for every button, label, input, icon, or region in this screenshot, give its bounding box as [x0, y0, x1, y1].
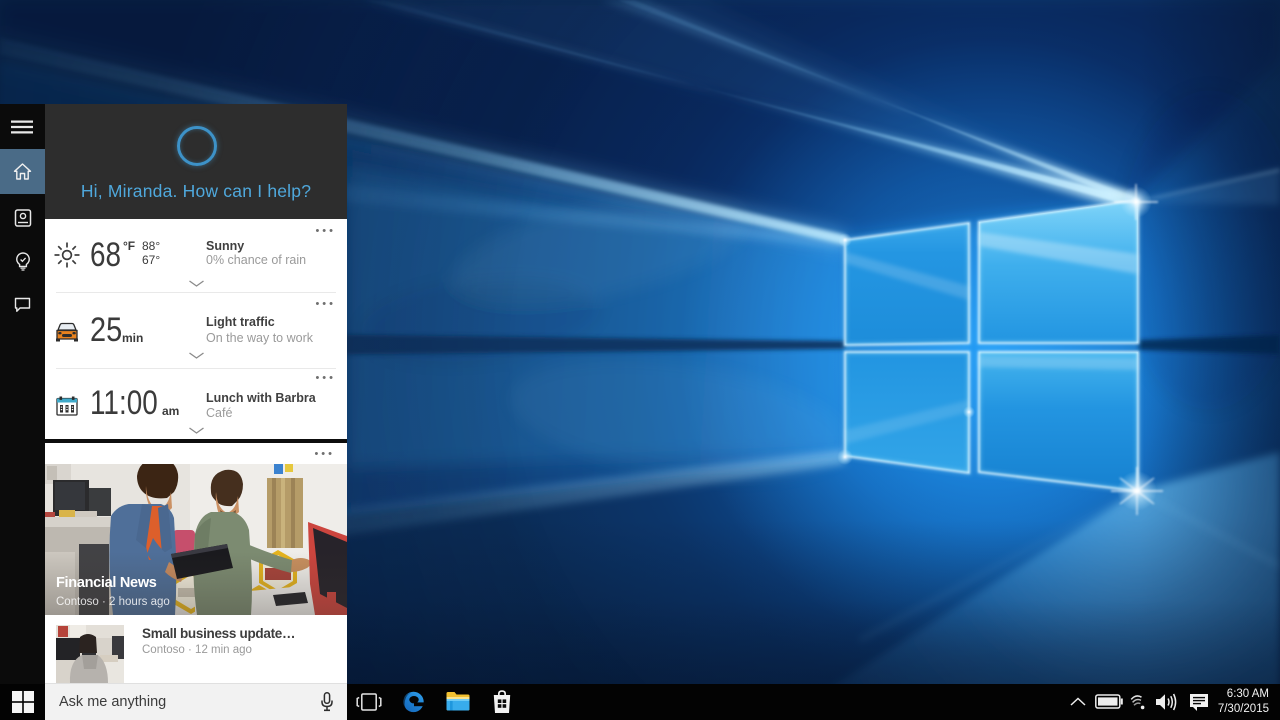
svg-text:Contoso · 2 hours ago: Contoso · 2 hours ago	[56, 596, 170, 608]
svg-text:Financial News: Financial News	[56, 575, 157, 591]
